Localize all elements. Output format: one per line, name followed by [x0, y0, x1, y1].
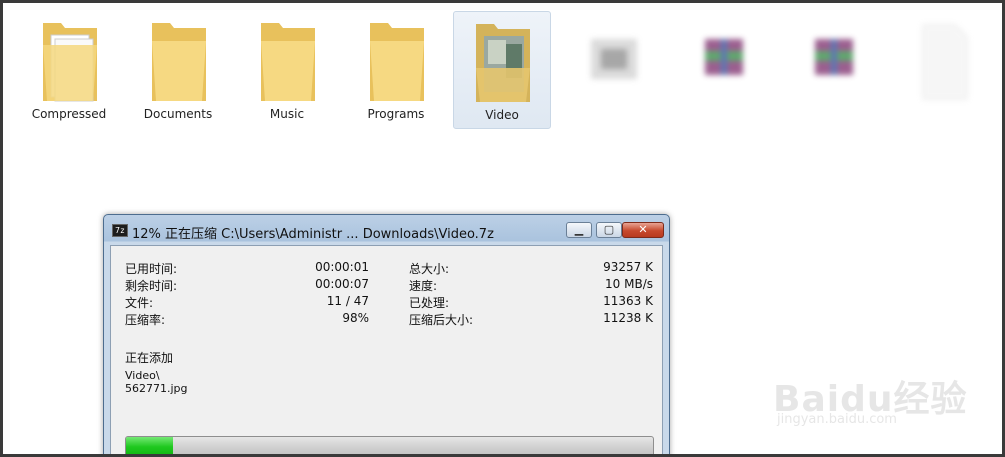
- elapsed-time-value: 00:00:01: [315, 260, 369, 274]
- files-value: 11 / 47: [326, 294, 369, 308]
- dialog-titlebar[interactable]: 7z 12% 正在压缩 C:\Users\Administr ... Downl…: [104, 215, 669, 243]
- compressed-size-value: 11238 K: [603, 311, 653, 325]
- folder-video-icon: [476, 24, 530, 102]
- folder-video[interactable]: Video: [453, 11, 551, 129]
- archive-icon: [705, 39, 743, 75]
- compressed-size-label: 压缩后大小:: [409, 313, 474, 327]
- total-size-value: 93257 K: [603, 260, 653, 274]
- status-label: 正在添加: [125, 351, 174, 365]
- compression-ratio-value: 98%: [342, 311, 369, 325]
- processed-value: 11363 K: [603, 294, 653, 308]
- watermark: Baidu经验 jingyan.baidu.com: [773, 348, 993, 438]
- file-icon: [591, 39, 637, 79]
- maximize-button[interactable]: ▢: [596, 222, 622, 238]
- blurred-file[interactable]: [565, 11, 661, 127]
- desktop-window: Compressed Documents Music Programs Vide…: [3, 3, 1002, 454]
- files-label: 文件:: [125, 296, 154, 310]
- compression-ratio-label: 压缩率:: [125, 313, 166, 327]
- speed-value: 10 MB/s: [605, 277, 653, 291]
- folder-label: Compressed: [31, 107, 107, 121]
- folder-icon: [152, 23, 206, 101]
- folder-zip-icon: [43, 23, 97, 102]
- remaining-time-value: 00:00:07: [315, 277, 369, 291]
- processed-label: 已处理:: [409, 296, 450, 310]
- folder-label: Programs: [367, 107, 425, 121]
- folder-documents[interactable]: Documents: [130, 11, 226, 127]
- folder-programs[interactable]: Programs: [348, 11, 444, 127]
- minimize-button[interactable]: ▁: [566, 222, 592, 238]
- folder-icon: [370, 23, 424, 101]
- dialog-title: 12% 正在压缩 C:\Users\Administr ... Download…: [132, 227, 494, 242]
- blurred-file[interactable]: [785, 11, 881, 127]
- folder-label: Music: [269, 107, 305, 121]
- close-button[interactable]: ✕: [622, 222, 664, 238]
- speed-label: 速度:: [409, 279, 438, 293]
- 7zip-app-icon: 7z: [112, 224, 128, 237]
- archive-icon: [815, 39, 853, 75]
- progress-bar-fill: [126, 437, 174, 454]
- progress-bar: [125, 436, 654, 454]
- watermark-url: jingyan.baidu.com: [777, 412, 897, 427]
- elapsed-time-label: 已用时间:: [125, 262, 178, 276]
- document-icon: [922, 24, 968, 100]
- compression-progress-dialog: 7z 12% 正在压缩 C:\Users\Administr ... Downl…: [103, 214, 670, 454]
- blurred-file[interactable]: [895, 11, 991, 127]
- dialog-body: 已用时间: 00:00:01 剩余时间: 00:00:07 文件: 11 / 4…: [110, 245, 663, 454]
- blurred-file[interactable]: [675, 11, 771, 127]
- folder-label: Video: [485, 108, 519, 122]
- total-size-label: 总大小:: [409, 262, 450, 276]
- folder-music[interactable]: Music: [239, 11, 335, 127]
- folder-compressed[interactable]: Compressed: [21, 11, 117, 127]
- current-folder: Video\: [125, 369, 160, 382]
- remaining-time-label: 剩余时间:: [125, 279, 178, 293]
- folder-icon: [261, 23, 315, 101]
- folder-label: Documents: [143, 107, 213, 121]
- current-file: 562771.jpg: [125, 382, 188, 395]
